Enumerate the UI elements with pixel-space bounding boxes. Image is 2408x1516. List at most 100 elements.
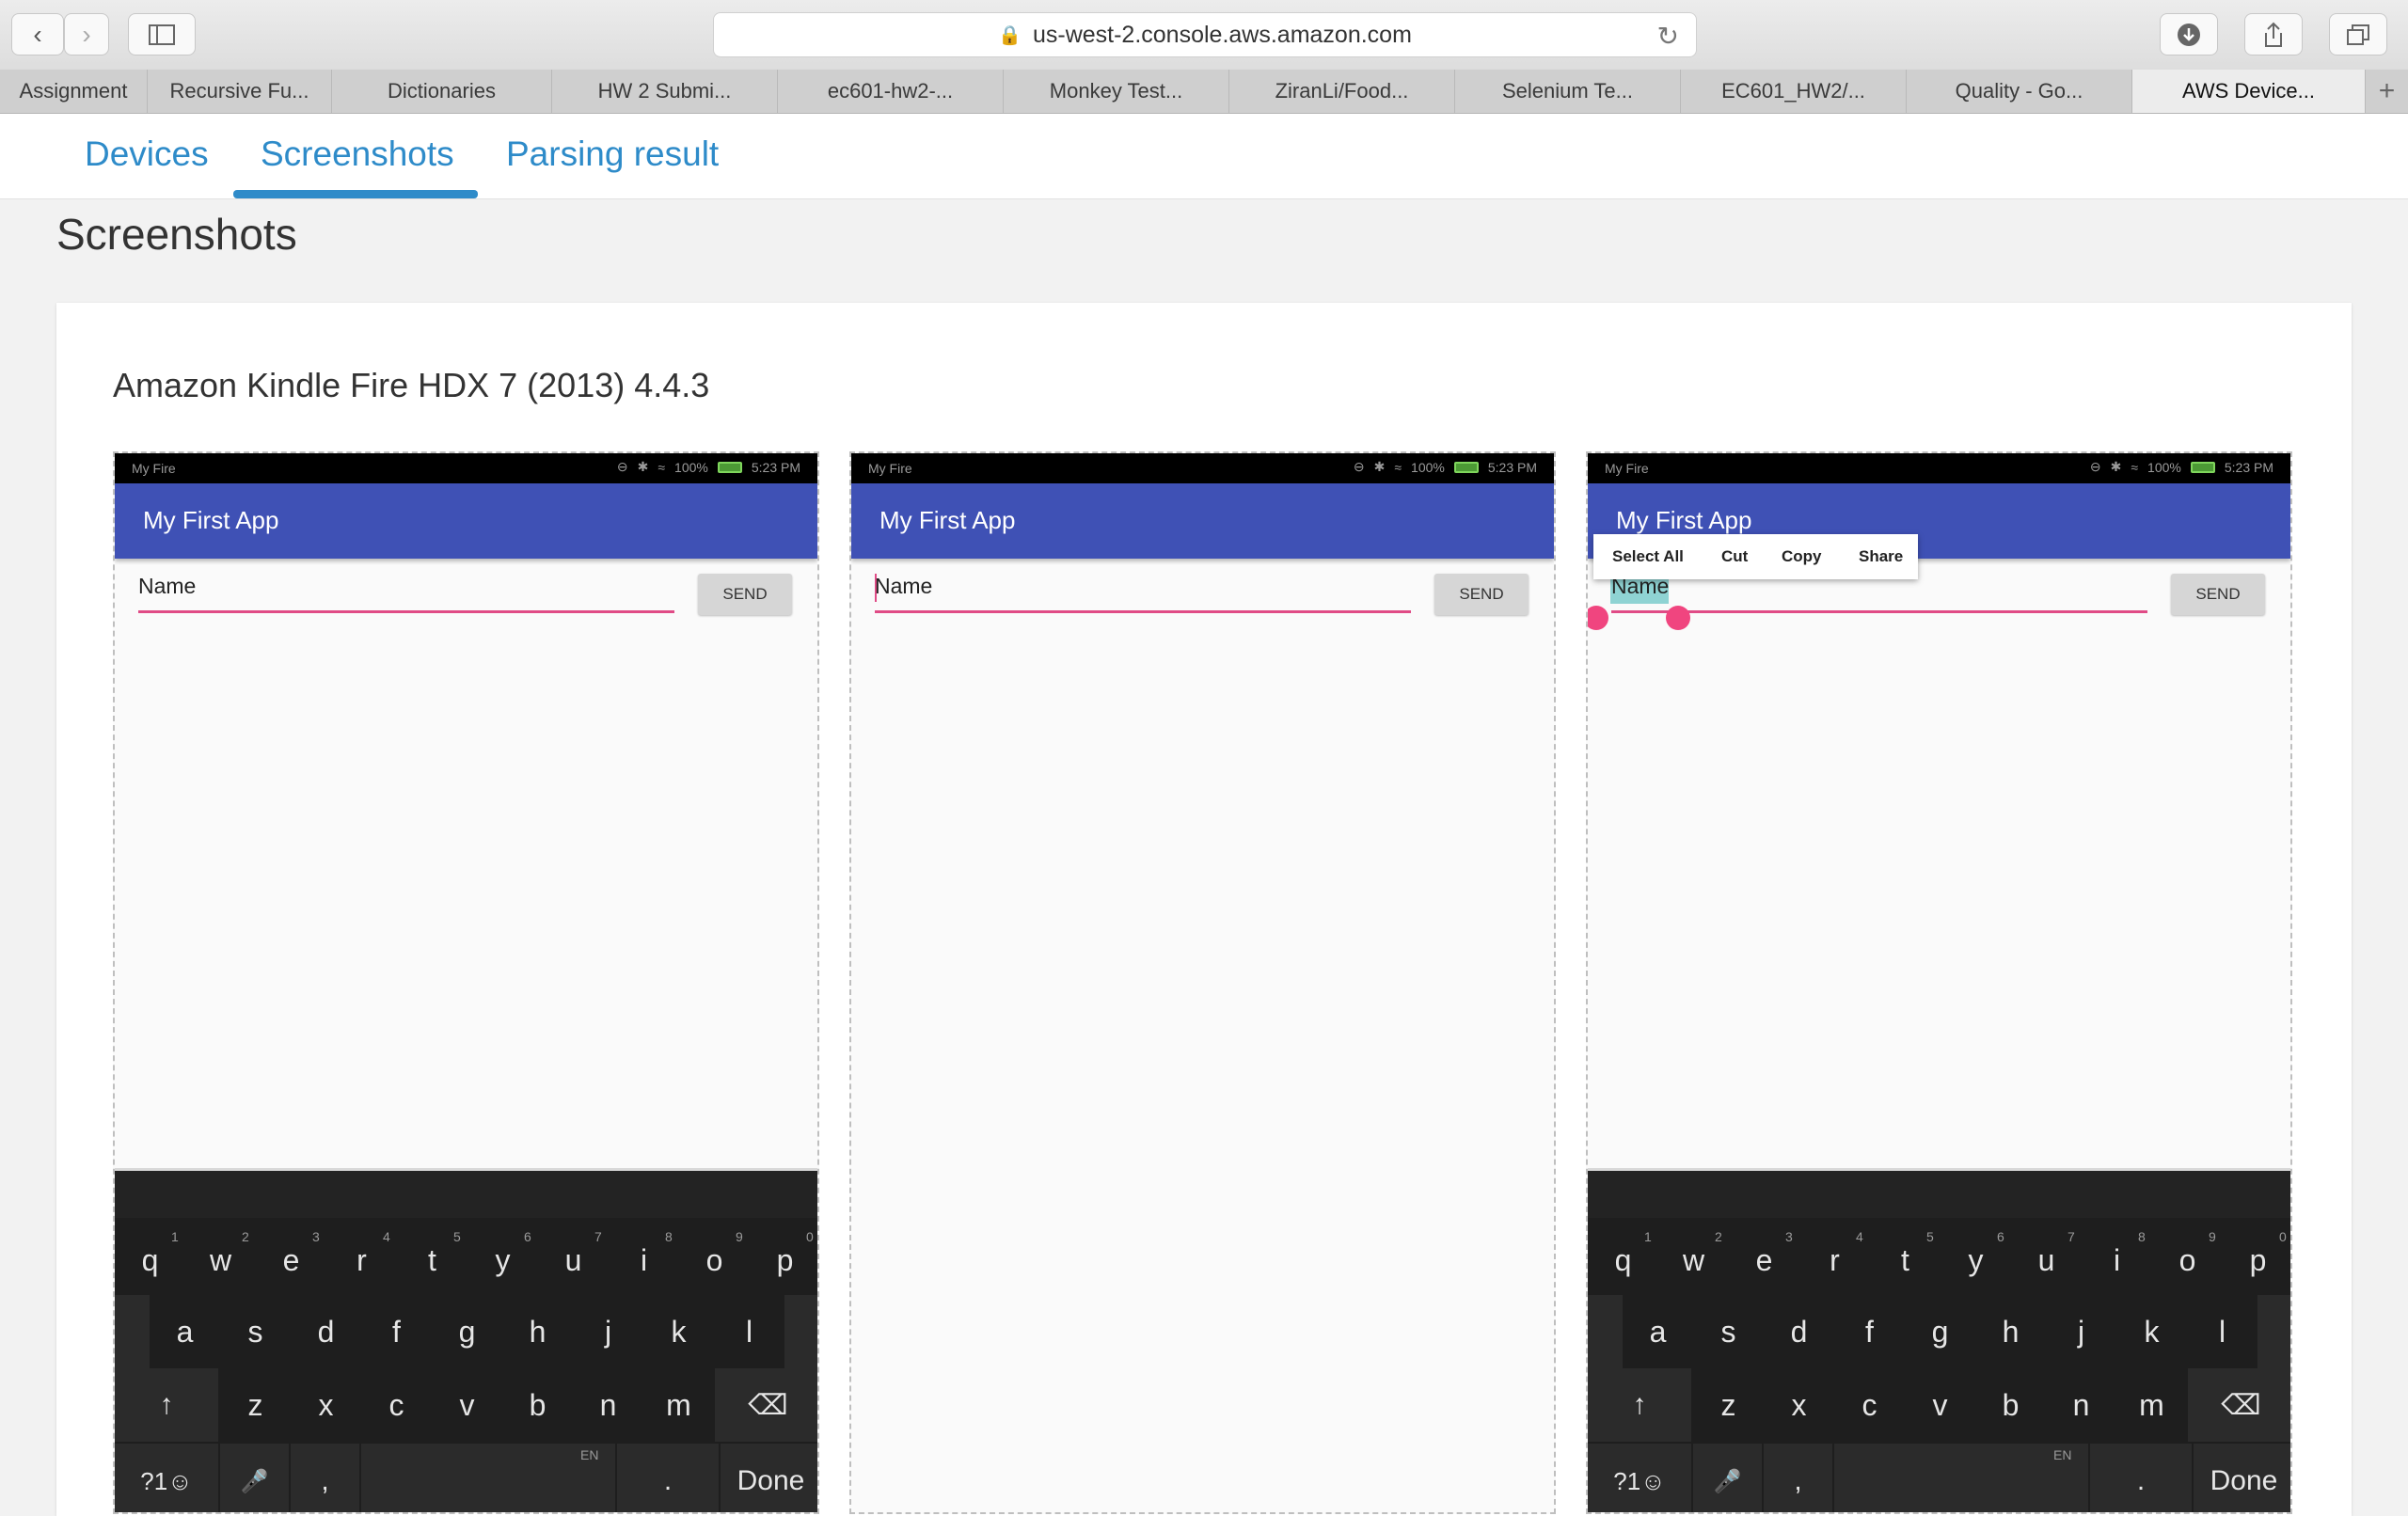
key-d[interactable]: d <box>291 1301 361 1363</box>
browser-tab[interactable]: Recursive Fu... <box>148 70 332 113</box>
backspace-key[interactable]: ⌫ <box>715 1368 817 1442</box>
selection-handle-start[interactable] <box>1588 606 1608 630</box>
tab-screenshots[interactable]: Screenshots <box>261 134 454 174</box>
key-hint: 3 <box>312 1229 320 1244</box>
key-g[interactable]: g <box>1905 1301 1975 1363</box>
menu-share[interactable]: Share <box>1859 547 1903 566</box>
key-k[interactable]: k <box>643 1301 714 1363</box>
symbols-key[interactable]: ?1☺ <box>115 1444 218 1512</box>
browser-tab[interactable]: EC601_HW2/... <box>1681 70 1907 113</box>
browser-tab[interactable]: HW 2 Submi... <box>552 70 778 113</box>
done-key[interactable]: Done <box>721 1444 817 1512</box>
browser-tab[interactable]: Dictionaries <box>332 70 552 113</box>
key-h[interactable]: h <box>1975 1301 2046 1363</box>
space-key[interactable] <box>361 1444 615 1512</box>
selection-handle-end[interactable] <box>1666 606 1690 630</box>
key-v[interactable]: v <box>432 1374 502 1436</box>
key-hint: 7 <box>2067 1229 2075 1244</box>
symbols-key[interactable]: ?1☺ <box>1588 1444 1691 1512</box>
shift-key[interactable]: ↑ <box>115 1368 218 1442</box>
space-key[interactable] <box>1834 1444 2088 1512</box>
send-button[interactable]: SEND <box>698 574 792 615</box>
browser-tab-active[interactable]: AWS Device... <box>2132 70 2366 113</box>
key-z[interactable]: z <box>220 1374 291 1436</box>
period-key[interactable]: . <box>2090 1444 2192 1512</box>
tabs-button[interactable] <box>2329 13 2387 55</box>
key-c[interactable]: c <box>361 1374 432 1436</box>
browser-tab[interactable]: ZiranLi/Food... <box>1229 70 1455 113</box>
sidebar-button[interactable] <box>128 13 196 55</box>
browser-tab[interactable]: Assignment <box>0 70 148 113</box>
tab-parsing-result[interactable]: Parsing result <box>506 134 719 174</box>
key-k[interactable]: k <box>2116 1301 2187 1363</box>
name-input[interactable]: Name <box>875 574 1411 613</box>
done-key[interactable]: Done <box>2194 1444 2290 1512</box>
browser-tab[interactable]: ec601-hw2-... <box>778 70 1004 113</box>
app-title: My First App <box>1616 506 1752 534</box>
key-s[interactable]: s <box>1693 1301 1764 1363</box>
tab-devices[interactable]: Devices <box>85 134 209 174</box>
download-button[interactable] <box>2160 13 2218 55</box>
shift-key[interactable]: ↑ <box>1588 1368 1691 1442</box>
new-tab-button[interactable]: + <box>2366 70 2408 113</box>
key-a[interactable]: a <box>150 1301 220 1363</box>
key-x[interactable]: x <box>1764 1374 1834 1436</box>
reload-icon[interactable]: ↻ <box>1657 21 1679 52</box>
key-x[interactable]: x <box>291 1374 361 1436</box>
key-v[interactable]: v <box>1905 1374 1975 1436</box>
name-input[interactable]: Name <box>138 574 674 613</box>
menu-cut[interactable]: Cut <box>1721 547 1748 566</box>
key-s[interactable]: s <box>220 1301 291 1363</box>
device-name: Amazon Kindle Fire HDX 7 (2013) 4.4.3 <box>113 366 710 404</box>
status-bar: My Fire ⊖ ✱ ≈ 100% 5:23 PM <box>115 453 817 483</box>
backspace-key[interactable]: ⌫ <box>2188 1368 2290 1442</box>
key-b[interactable]: b <box>502 1374 573 1436</box>
comma-key[interactable]: , <box>1764 1444 1832 1512</box>
key-j[interactable]: j <box>2046 1301 2116 1363</box>
menu-select-all[interactable]: Select All <box>1612 547 1684 566</box>
device-screenshot[interactable]: My Fire ⊖ ✱ ≈ 100% 5:23 PM My First App … <box>1586 451 2292 1514</box>
key-j[interactable]: j <box>573 1301 643 1363</box>
browser-tab[interactable]: Quality - Go... <box>1907 70 2132 113</box>
device-screenshot[interactable]: My Fire ⊖ ✱ ≈ 100% 5:23 PM My First App … <box>849 451 1556 1514</box>
key-a[interactable]: a <box>1623 1301 1693 1363</box>
device-screenshot[interactable]: My Fire ⊖ ✱ ≈ 100% 5:23 PM My First App … <box>113 451 819 1514</box>
mic-key[interactable]: 🎤 <box>220 1444 289 1512</box>
download-icon <box>2178 23 2200 46</box>
key-hint: 5 <box>453 1229 461 1244</box>
key-hint: 8 <box>665 1229 673 1244</box>
browser-tab[interactable]: Selenium Te... <box>1455 70 1681 113</box>
back-button[interactable]: ‹ <box>11 13 64 55</box>
key-h[interactable]: h <box>502 1301 573 1363</box>
send-button[interactable]: SEND <box>1434 574 1529 615</box>
key-l[interactable]: l <box>2187 1301 2258 1363</box>
keyboard-side-pad <box>115 1295 150 1368</box>
period-key[interactable]: . <box>617 1444 719 1512</box>
address-bar[interactable]: 🔒 us-west-2.console.aws.amazon.com ↻ <box>713 12 1697 57</box>
key-g[interactable]: g <box>432 1301 502 1363</box>
key-f[interactable]: f <box>361 1301 432 1363</box>
key-d[interactable]: d <box>1764 1301 1834 1363</box>
key-m[interactable]: m <box>2116 1374 2187 1436</box>
key-z[interactable]: z <box>1693 1374 1764 1436</box>
key-n[interactable]: n <box>573 1374 643 1436</box>
battery-percent: 100% <box>674 459 708 475</box>
share-button[interactable] <box>2244 13 2303 55</box>
menu-copy[interactable]: Copy <box>1782 547 1822 566</box>
name-input[interactable]: Name <box>1611 574 2147 613</box>
mic-key[interactable]: 🎤 <box>1693 1444 1762 1512</box>
key-n[interactable]: n <box>2046 1374 2116 1436</box>
keyboard: q w e r t y u i o p 1 2 3 4 5 6 7 8 9 0 … <box>1588 1168 2290 1512</box>
key-b[interactable]: b <box>1975 1374 2046 1436</box>
browser-tab[interactable]: Monkey Test... <box>1004 70 1229 113</box>
comma-key[interactable]: , <box>291 1444 359 1512</box>
keyboard-side-pad <box>2258 1295 2290 1368</box>
key-f[interactable]: f <box>1834 1301 1905 1363</box>
send-button[interactable]: SEND <box>2171 574 2265 615</box>
key-m[interactable]: m <box>643 1374 714 1436</box>
key-c[interactable]: c <box>1834 1374 1905 1436</box>
key-l[interactable]: l <box>714 1301 784 1363</box>
battery-icon <box>2190 461 2215 473</box>
forward-button[interactable]: › <box>64 13 109 55</box>
share-icon <box>2265 22 2282 47</box>
